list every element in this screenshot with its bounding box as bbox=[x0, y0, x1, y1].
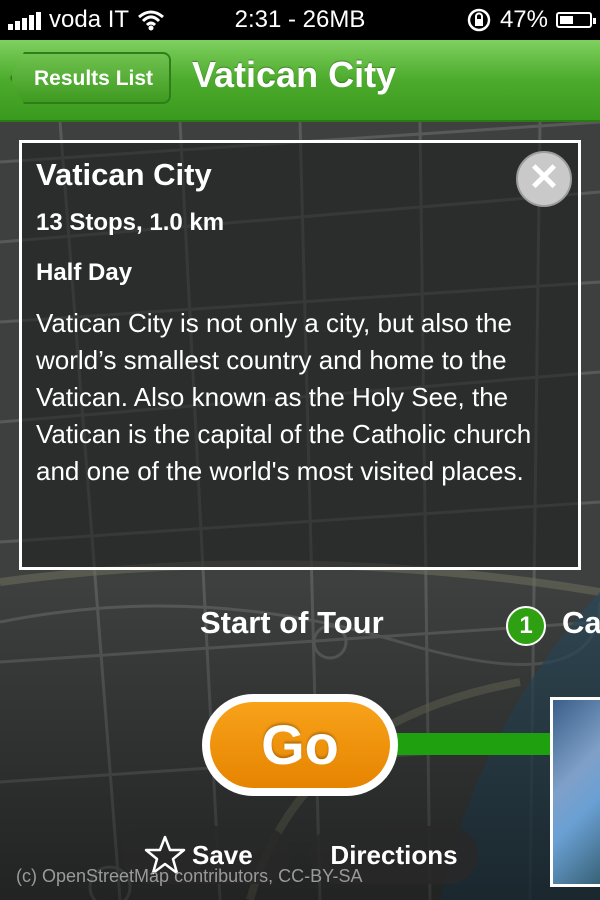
first-stop-thumbnail[interactable] bbox=[550, 697, 600, 887]
page-title: Vatican City bbox=[192, 54, 397, 95]
battery-percent: 47% bbox=[499, 6, 548, 33]
card-stops-distance: 13 Stops, 1.0 km bbox=[36, 209, 225, 236]
card-title: Vatican City bbox=[36, 157, 212, 192]
rotation-lock-icon bbox=[467, 8, 491, 32]
go-button-label: Go bbox=[210, 702, 390, 788]
go-button[interactable]: Go bbox=[202, 694, 398, 796]
card-description: Vatican City is not only a city, but als… bbox=[36, 308, 532, 486]
battery-icon bbox=[556, 12, 596, 28]
close-icon[interactable]: ✕ bbox=[516, 151, 572, 207]
map-attribution: (c) OpenStreetMap contributors, CC-BY-SA bbox=[16, 866, 363, 886]
results-list-back-button[interactable]: Results List bbox=[10, 52, 172, 104]
first-stop-number-badge: 1 bbox=[506, 606, 546, 646]
status-bar: voda IT 2:31 - 26MB 47% bbox=[0, 0, 600, 40]
first-stop-title[interactable]: Ca bbox=[562, 605, 600, 641]
start-of-tour-label: Start of Tour bbox=[200, 605, 384, 640]
navigation-bar: Results List Vatican City bbox=[0, 40, 600, 122]
route-connector bbox=[390, 733, 560, 755]
tour-info-card: Vatican City 13 Stops, 1.0 km Half Day V… bbox=[19, 140, 581, 570]
card-duration: Half Day bbox=[36, 259, 133, 286]
